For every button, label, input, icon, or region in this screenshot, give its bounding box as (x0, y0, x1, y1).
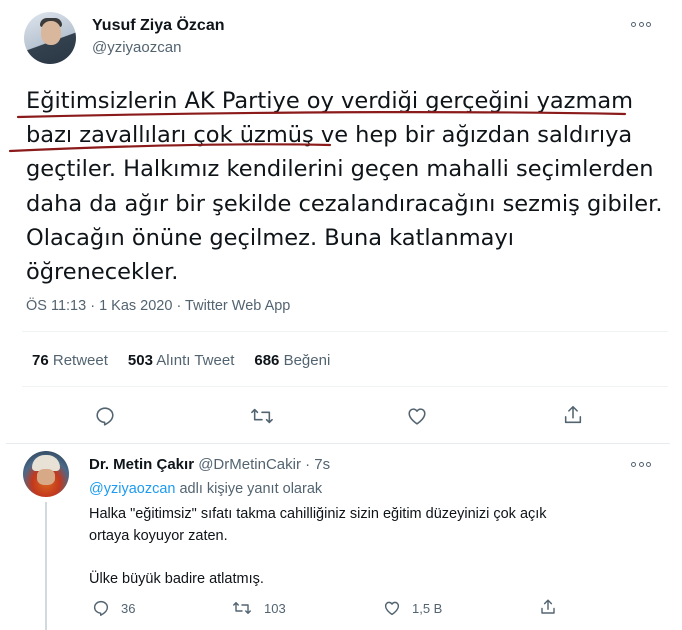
tweet-meta[interactable]: ÖS 11:13 · 1 Kas 2020 · Twitter Web App (26, 298, 290, 314)
avatar[interactable] (23, 451, 69, 497)
likes-count: 686 (254, 352, 280, 369)
reply-text-line: Ülke büyük badire atlatmış. (89, 571, 264, 587)
reply-header: Dr. Metin Çakır @DrMetinCakir · 7s (89, 456, 330, 473)
timestamp[interactable]: · 7s (305, 456, 330, 473)
more-horizontal-icon[interactable] (631, 462, 651, 468)
heart-icon[interactable] (383, 599, 401, 617)
handdrawn-underline (8, 111, 627, 153)
share-icon[interactable] (562, 404, 584, 426)
likes-label: Beğeni (283, 352, 331, 369)
reply-count: 36 (121, 601, 136, 616)
handle[interactable]: @DrMetinCakir (198, 456, 301, 473)
tweet-stats: 76 Retweet 503 Alıntı Tweet 686 Beğeni (32, 352, 330, 369)
avatar-face (37, 469, 55, 485)
retweet-count: 103 (264, 601, 286, 616)
reply-icon[interactable] (92, 599, 110, 617)
reply-tweet[interactable]: Dr. Metin Çakır @DrMetinCakir · 7s @yziy… (0, 444, 682, 630)
tweet-line: daha da ağır bir şekilde cezalandıracağı… (26, 190, 663, 217)
quotes-label: Alıntı Tweet (156, 352, 235, 369)
reply-text-line: ortaya koyuyor zaten. (89, 528, 228, 544)
divider (22, 386, 668, 387)
replying-to-link[interactable]: @yziyaozcan (89, 481, 175, 497)
likes-stat[interactable]: 686 Beğeni (254, 352, 330, 369)
divider (22, 331, 668, 332)
reply-text-line: Halka "eğitimsiz" sıfatı takma cahilliği… (89, 506, 547, 522)
tweet-line: öğrenecekler. (26, 259, 179, 286)
quotes-stat[interactable]: 503 Alıntı Tweet (128, 352, 234, 369)
heart-icon[interactable] (406, 405, 428, 427)
share-icon[interactable] (539, 598, 557, 616)
retweet-icon[interactable] (232, 599, 252, 617)
replying-to-label: adlı kişiye yanıt olarak (179, 481, 323, 497)
replying-to: @yziyaozcan adlı kişiye yanıt olarak (89, 481, 322, 497)
reply-icon[interactable] (94, 405, 116, 427)
tweet-line: Olacağın önüne geçilmez. Buna katlanmayı (26, 224, 514, 251)
retweets-stat[interactable]: 76 Retweet (32, 352, 108, 369)
retweets-label: Retweet (52, 352, 108, 369)
thread-line (45, 502, 47, 630)
main-tweet: Yusuf Ziya Özcan @yziyaozcan Eğitimsizle… (0, 0, 682, 443)
like-count: 1,5 B (412, 601, 443, 616)
display-name[interactable]: Dr. Metin Çakır (89, 456, 194, 473)
quotes-count: 503 (127, 352, 153, 369)
retweets-count: 76 (32, 352, 49, 369)
retweet-icon[interactable] (250, 405, 273, 427)
